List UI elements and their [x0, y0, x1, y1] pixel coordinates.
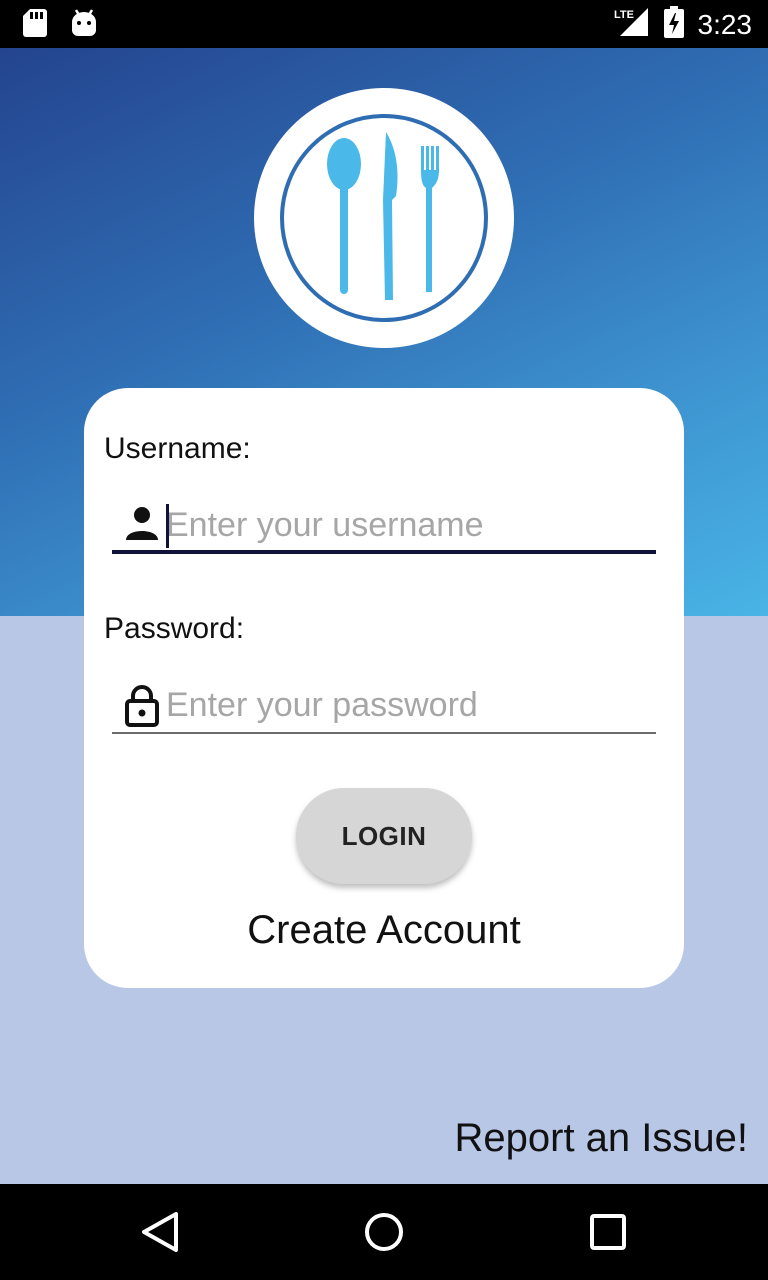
- login-button[interactable]: LOGIN: [296, 788, 472, 884]
- network-label: LTE: [614, 9, 634, 21]
- person-icon: [124, 504, 160, 544]
- username-underline: [112, 550, 656, 554]
- password-input[interactable]: [166, 680, 646, 730]
- password-underline: [112, 732, 656, 734]
- text-cursor: [166, 504, 169, 548]
- signal-icon: LTE: [614, 6, 650, 43]
- username-input[interactable]: [166, 500, 646, 550]
- plate-cutlery-icon: [280, 114, 488, 322]
- clock: 3:23: [697, 8, 753, 40]
- login-screen: LTE 3:23 Username: Enter your username P…: [0, 0, 768, 1280]
- password-field[interactable]: [112, 678, 656, 734]
- recents-icon[interactable]: [584, 1208, 632, 1256]
- username-label: Username:: [104, 432, 251, 465]
- username-field[interactable]: [112, 498, 656, 554]
- home-icon[interactable]: [360, 1208, 408, 1256]
- android-icon: [70, 8, 98, 43]
- login-card: Username: Password:: [84, 388, 684, 988]
- app-logo: [254, 88, 514, 348]
- lock-icon: [124, 684, 160, 727]
- report-issue-link[interactable]: Report an Issue!: [455, 1116, 749, 1161]
- sd-card-icon: [22, 8, 48, 43]
- navigation-bar: [0, 1184, 768, 1280]
- battery-charging-icon: [663, 6, 684, 43]
- status-bar: LTE 3:23: [0, 0, 768, 48]
- back-icon[interactable]: [136, 1208, 184, 1256]
- create-account-link[interactable]: Create Account: [84, 908, 684, 953]
- password-label: Password:: [104, 612, 245, 645]
